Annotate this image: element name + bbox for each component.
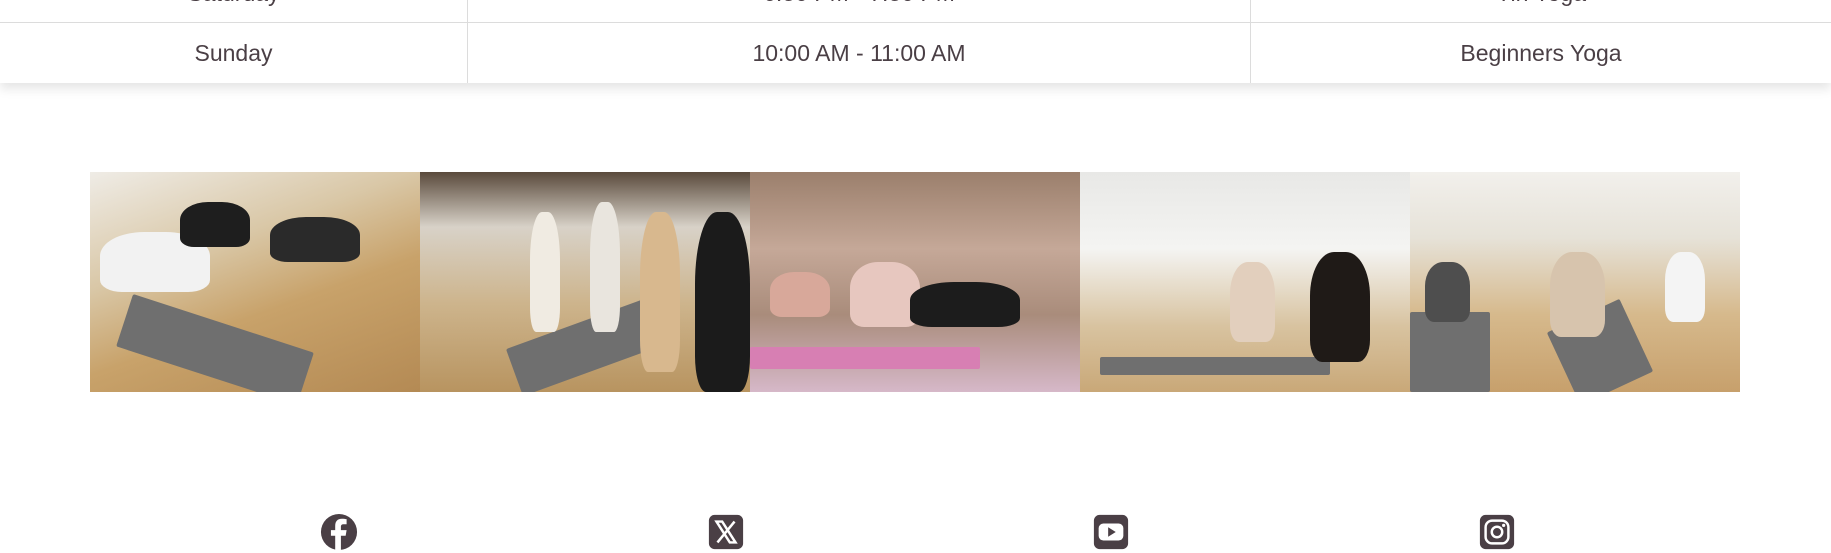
yoga-warrior-pose-photo: [420, 172, 750, 392]
table-row: Saturday 6:30 PM - 7:30 PM Yin Yoga: [0, 0, 1831, 23]
x-twitter-link[interactable]: [706, 512, 746, 552]
meditation-class-photo: [1080, 172, 1410, 392]
instagram-link[interactable]: [1477, 512, 1517, 552]
facebook-link[interactable]: [319, 512, 359, 552]
table-row: Sunday 10:00 AM - 11:00 AM Beginners Yog…: [0, 23, 1831, 83]
youtube-link[interactable]: [1091, 512, 1131, 552]
time-cell: 10:00 AM - 11:00 AM: [468, 23, 1251, 83]
social-links: [0, 512, 1831, 552]
photo-gallery: [90, 172, 1740, 392]
facebook-icon: [320, 513, 358, 551]
youtube-icon: [1093, 514, 1129, 550]
yoga-child-pose-photo: [90, 172, 420, 392]
time-cell: 6:30 PM - 7:30 PM: [468, 0, 1251, 22]
day-cell: Saturday: [0, 0, 468, 22]
class-cell: Yin Yoga: [1251, 0, 1831, 22]
yoga-studio-stretch-photo: [1410, 172, 1740, 392]
instagram-icon: [1479, 514, 1515, 550]
class-schedule-table: Saturday 6:30 PM - 7:30 PM Yin Yoga Sund…: [0, 0, 1831, 83]
day-cell: Sunday: [0, 23, 468, 83]
fitness-class-photo: [750, 172, 1080, 392]
class-cell: Beginners Yoga: [1460, 39, 1622, 66]
x-twitter-icon: [708, 514, 744, 550]
